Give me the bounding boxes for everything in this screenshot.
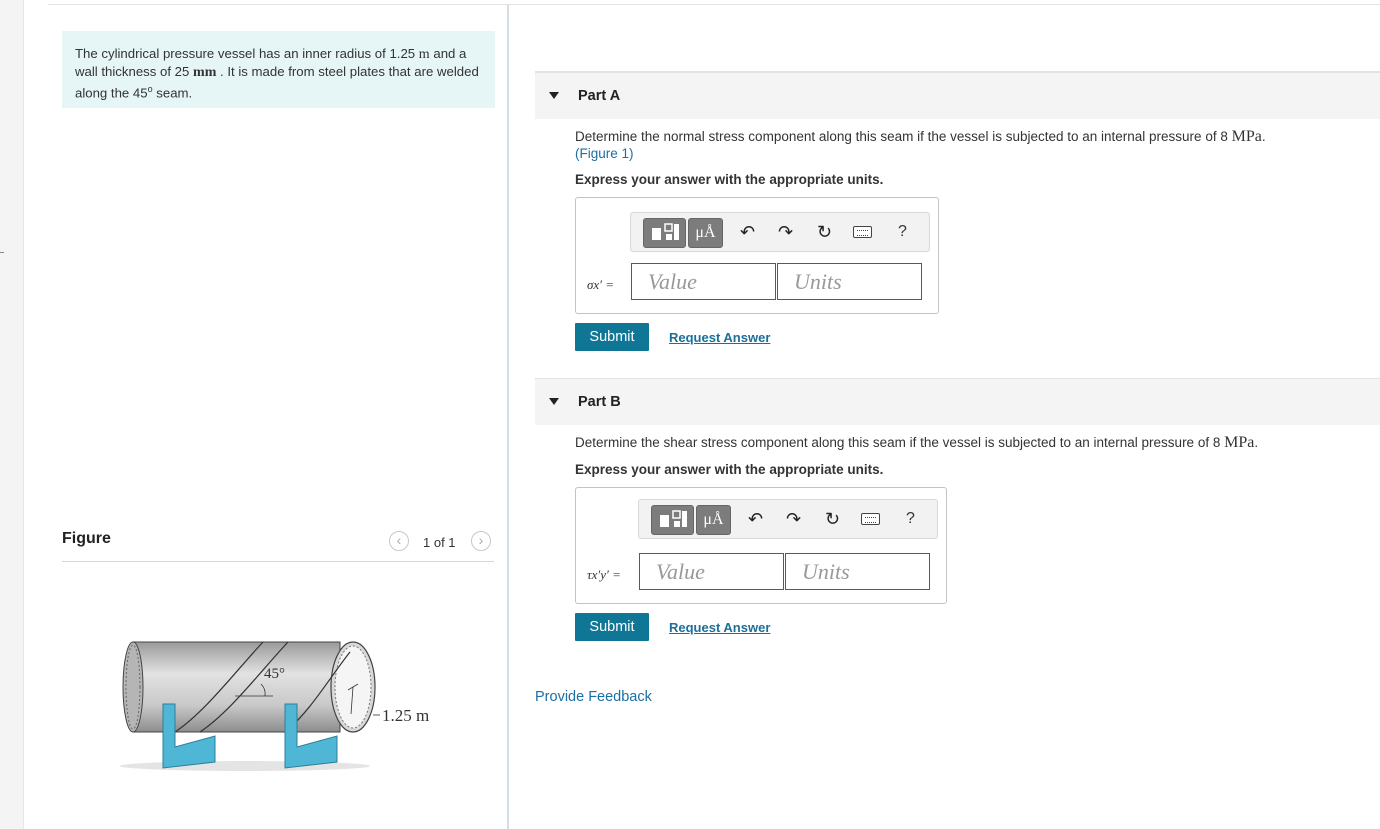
part-b-variable: τx′y′ = xyxy=(587,567,621,582)
keyboard-icon[interactable] xyxy=(861,513,880,525)
reset-icon[interactable]: ↻ xyxy=(817,222,832,242)
part-a-answer-box: μÅ ↶ ↷ ↻ ? σx′ = Value Units xyxy=(575,197,939,314)
part-a-variable: σx′ = xyxy=(587,277,615,292)
problem-text-a: The cylindrical pressure vessel has an i… xyxy=(75,46,416,61)
degree-mark: o xyxy=(147,84,153,94)
unit-mm: mm xyxy=(193,65,217,80)
figure-next-button[interactable]: › xyxy=(471,531,491,551)
part-b-answer-box: μÅ ↶ ↷ ↻ ? τx′y′ = Value Units xyxy=(575,487,947,604)
part-b-instruction: Express your answer with the appropriate… xyxy=(575,462,884,477)
redo-icon[interactable]: ↷ xyxy=(778,222,793,242)
part-b-period: . xyxy=(1254,435,1259,450)
figure-count: 1 of 1 xyxy=(423,535,456,550)
radius-label: 1.25 m xyxy=(382,706,430,725)
collapse-triangle-icon[interactable] xyxy=(549,92,559,99)
part-a-toolbar: μÅ ↶ ↷ ↻ ? xyxy=(630,212,930,252)
help-button[interactable]: ? xyxy=(898,223,907,241)
part-a-request-answer[interactable]: Request Answer xyxy=(669,330,770,345)
reset-icon[interactable]: ↻ xyxy=(825,509,840,529)
part-a-units-input[interactable]: Units xyxy=(777,263,922,300)
top-rule xyxy=(48,4,1380,5)
keyboard-icon[interactable] xyxy=(853,226,872,238)
part-b-pressure-unit: MPa xyxy=(1224,434,1255,451)
part-b-title: Part B xyxy=(578,394,621,410)
part-b-request-answer[interactable]: Request Answer xyxy=(669,620,770,635)
part-b-header[interactable]: Part B xyxy=(535,378,1380,425)
pane-divider[interactable] xyxy=(507,5,509,829)
undo-icon[interactable]: ↶ xyxy=(740,222,755,242)
figure-rule xyxy=(62,561,494,562)
chevron-right-icon: › xyxy=(478,532,484,548)
angle-label: 45° xyxy=(264,666,285,682)
units-button[interactable]: μÅ xyxy=(696,505,731,535)
gutter-mark xyxy=(0,252,4,253)
templates-button[interactable] xyxy=(643,218,686,248)
part-b-submit-button[interactable]: Submit xyxy=(575,613,649,641)
part-a-question: Determine the normal stress component al… xyxy=(575,128,1266,146)
figure-prev-button[interactable]: ‹ xyxy=(389,531,409,551)
part-b-toolbar: μÅ ↶ ↷ ↻ ? xyxy=(638,499,938,539)
part-b-units-input[interactable]: Units xyxy=(785,553,930,590)
chevron-left-icon: ‹ xyxy=(396,532,402,548)
problem-statement: The cylindrical pressure vessel has an i… xyxy=(62,31,495,108)
part-a-submit-button[interactable]: Submit xyxy=(575,323,649,351)
pressure-vessel-figure[interactable] xyxy=(115,632,380,772)
undo-icon[interactable]: ↶ xyxy=(748,509,763,529)
unit-m: m xyxy=(418,47,430,62)
part-b-question-text: Determine the shear stress component alo… xyxy=(575,435,1221,450)
part-b-question: Determine the shear stress component alo… xyxy=(575,434,1258,452)
templates-icon xyxy=(652,223,679,240)
part-a-pressure-unit: MPa xyxy=(1231,128,1262,145)
left-gutter xyxy=(0,0,24,829)
figure-1-link[interactable]: (Figure 1) xyxy=(575,146,634,161)
redo-icon[interactable]: ↷ xyxy=(786,509,801,529)
templates-button[interactable] xyxy=(651,505,694,535)
part-b-value-input[interactable]: Value xyxy=(639,553,784,590)
part-a-header[interactable]: Part A xyxy=(535,72,1380,119)
part-a-value-input[interactable]: Value xyxy=(631,263,776,300)
problem-text-d: seam. xyxy=(156,85,193,101)
help-button[interactable]: ? xyxy=(906,510,915,528)
part-a-title: Part A xyxy=(578,88,621,104)
figure-title: Figure xyxy=(62,530,111,547)
templates-icon xyxy=(660,510,687,527)
provide-feedback-link[interactable]: Provide Feedback xyxy=(535,689,652,705)
collapse-triangle-icon[interactable] xyxy=(549,398,559,405)
units-button[interactable]: μÅ xyxy=(688,218,723,248)
part-a-question-text: Determine the normal stress component al… xyxy=(575,129,1228,144)
part-a-period: . xyxy=(1261,129,1266,144)
part-a-instruction: Express your answer with the appropriate… xyxy=(575,172,884,187)
